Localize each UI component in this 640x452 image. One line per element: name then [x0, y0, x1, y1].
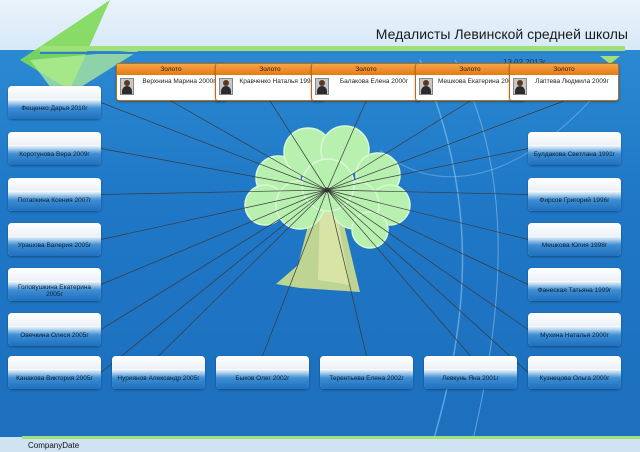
medalist-card[interactable]: Фирсов Григорий 1996г [528, 178, 621, 211]
medalist-name: Нуриянов Александр 2005г [117, 375, 200, 383]
connector-line [100, 189, 328, 240]
medalist-name: Фанеская Татьяна 1999г [537, 287, 612, 295]
connector-line [326, 189, 529, 373]
connector-line [158, 189, 328, 357]
connector-line [326, 148, 529, 191]
medalist-card[interactable]: Коротунова Вера 2009г [8, 132, 101, 165]
medalist-name: Потапкина Ксения 2007г [17, 197, 92, 205]
medalist-card[interactable]: Урашова Валерия 2005г [8, 223, 101, 256]
person-icon [419, 78, 433, 95]
connector-line [326, 189, 367, 357]
connector-line [326, 189, 529, 285]
medalist-name: Терентьева Елена 2002г [329, 375, 404, 383]
gold-name: Балакова Елена 2000г [339, 78, 409, 85]
medalist-card[interactable]: Терентьева Елена 2002г [320, 356, 413, 389]
person-icon [315, 78, 329, 95]
gold-name: Верхнина Марина 2000г [142, 78, 216, 85]
gold-card[interactable]: Золото Кравченко Наталья 1999г [215, 63, 325, 101]
footer-company-label: CompanyDate [28, 441, 80, 450]
medalist-card[interactable]: Быков Олег 2002г [216, 356, 309, 389]
medalist-name: Фирсов Григорий 1996г [539, 197, 610, 205]
medalist-name: Фещенко Дарья 2010г [21, 105, 88, 113]
gold-label: Золото [117, 64, 225, 75]
medalist-card[interactable]: Нуриянов Александр 2005г [112, 356, 205, 389]
medalist-card[interactable]: Булдакова Светлана 1991г [528, 132, 621, 165]
medalist-card[interactable]: Фещенко Дарья 2010г [8, 86, 101, 119]
connector-line [100, 189, 328, 285]
medalist-card[interactable]: Канакова Виктория 2005г [8, 356, 101, 389]
connector-line [100, 189, 328, 195]
medalist-card[interactable]: Потапкина Ксения 2007г [8, 178, 101, 211]
gold-label: Золото [312, 64, 420, 75]
medalist-name: Мухина Наталья 2000г [540, 332, 609, 340]
medalist-card[interactable]: Овечкина Олеся 2005г [8, 313, 101, 346]
medalist-name: Мешкова Юлия 1998г [541, 242, 608, 250]
person-icon [219, 78, 233, 95]
connector-line [326, 189, 471, 357]
medalist-name: Овечкина Олеся 2005г [20, 332, 89, 340]
connector-line [326, 189, 529, 330]
medalist-name: Головушкина Екатерина 2005г [17, 283, 92, 298]
connector-line [100, 189, 328, 330]
medalist-name: Быков Олег 2002г [235, 375, 290, 383]
gold-card[interactable]: Золото Балакова Елена 2000г [311, 63, 421, 101]
person-icon [120, 78, 134, 95]
medalist-name: Булдакова Светлана 1991г [533, 151, 616, 159]
connector-line [326, 100, 367, 191]
connector-line [269, 100, 328, 191]
gold-card[interactable]: Золото Верхнина Марина 2000г [116, 63, 226, 101]
hub-node [324, 187, 330, 193]
person-icon [513, 78, 527, 95]
connector-line [170, 100, 328, 191]
medalist-card[interactable]: Головушкина Екатерина 2005г [8, 268, 101, 301]
connector-line [326, 189, 529, 240]
medalist-name: Кузнецова Ольга 2000г [539, 375, 610, 383]
gold-label: Золото [510, 64, 618, 75]
medalist-card[interactable]: Фанеская Татьяна 1999г [528, 268, 621, 301]
medalist-card[interactable]: Мухина Наталья 2000г [528, 313, 621, 346]
medalist-card[interactable]: Мешкова Юлия 1998г [528, 223, 621, 256]
medalist-name: Канакова Виктория 2005г [16, 375, 93, 383]
footer-bar [0, 437, 640, 452]
connector-line [100, 102, 328, 191]
connector-line [326, 100, 471, 191]
footer-accent-line [22, 436, 640, 439]
gold-label: Золото [416, 64, 524, 75]
connector-line [100, 148, 328, 191]
connector-line [100, 189, 328, 373]
medalist-name: Урашова Валерия 2005г [17, 242, 92, 250]
medalist-card[interactable]: Кузнецова Ольга 2000г [528, 356, 621, 389]
gold-name: Кравченко Наталья 1999г [239, 78, 317, 85]
medalists-chart: Медалисты Левинской средней школы 13.02.… [0, 0, 640, 452]
gold-card[interactable]: Золото Лаптева Людмила 2009г [509, 63, 619, 101]
connector-line [326, 189, 529, 195]
medalist-name: Левкунь Яна 2001г [442, 375, 499, 383]
gold-label: Золото [216, 64, 324, 75]
connector-line [262, 189, 328, 357]
medalist-card[interactable]: Левкунь Яна 2001г [424, 356, 517, 389]
medalist-name: Коротунова Вера 2009г [19, 151, 90, 159]
gold-name: Лаптева Людмила 2009г [535, 78, 609, 85]
